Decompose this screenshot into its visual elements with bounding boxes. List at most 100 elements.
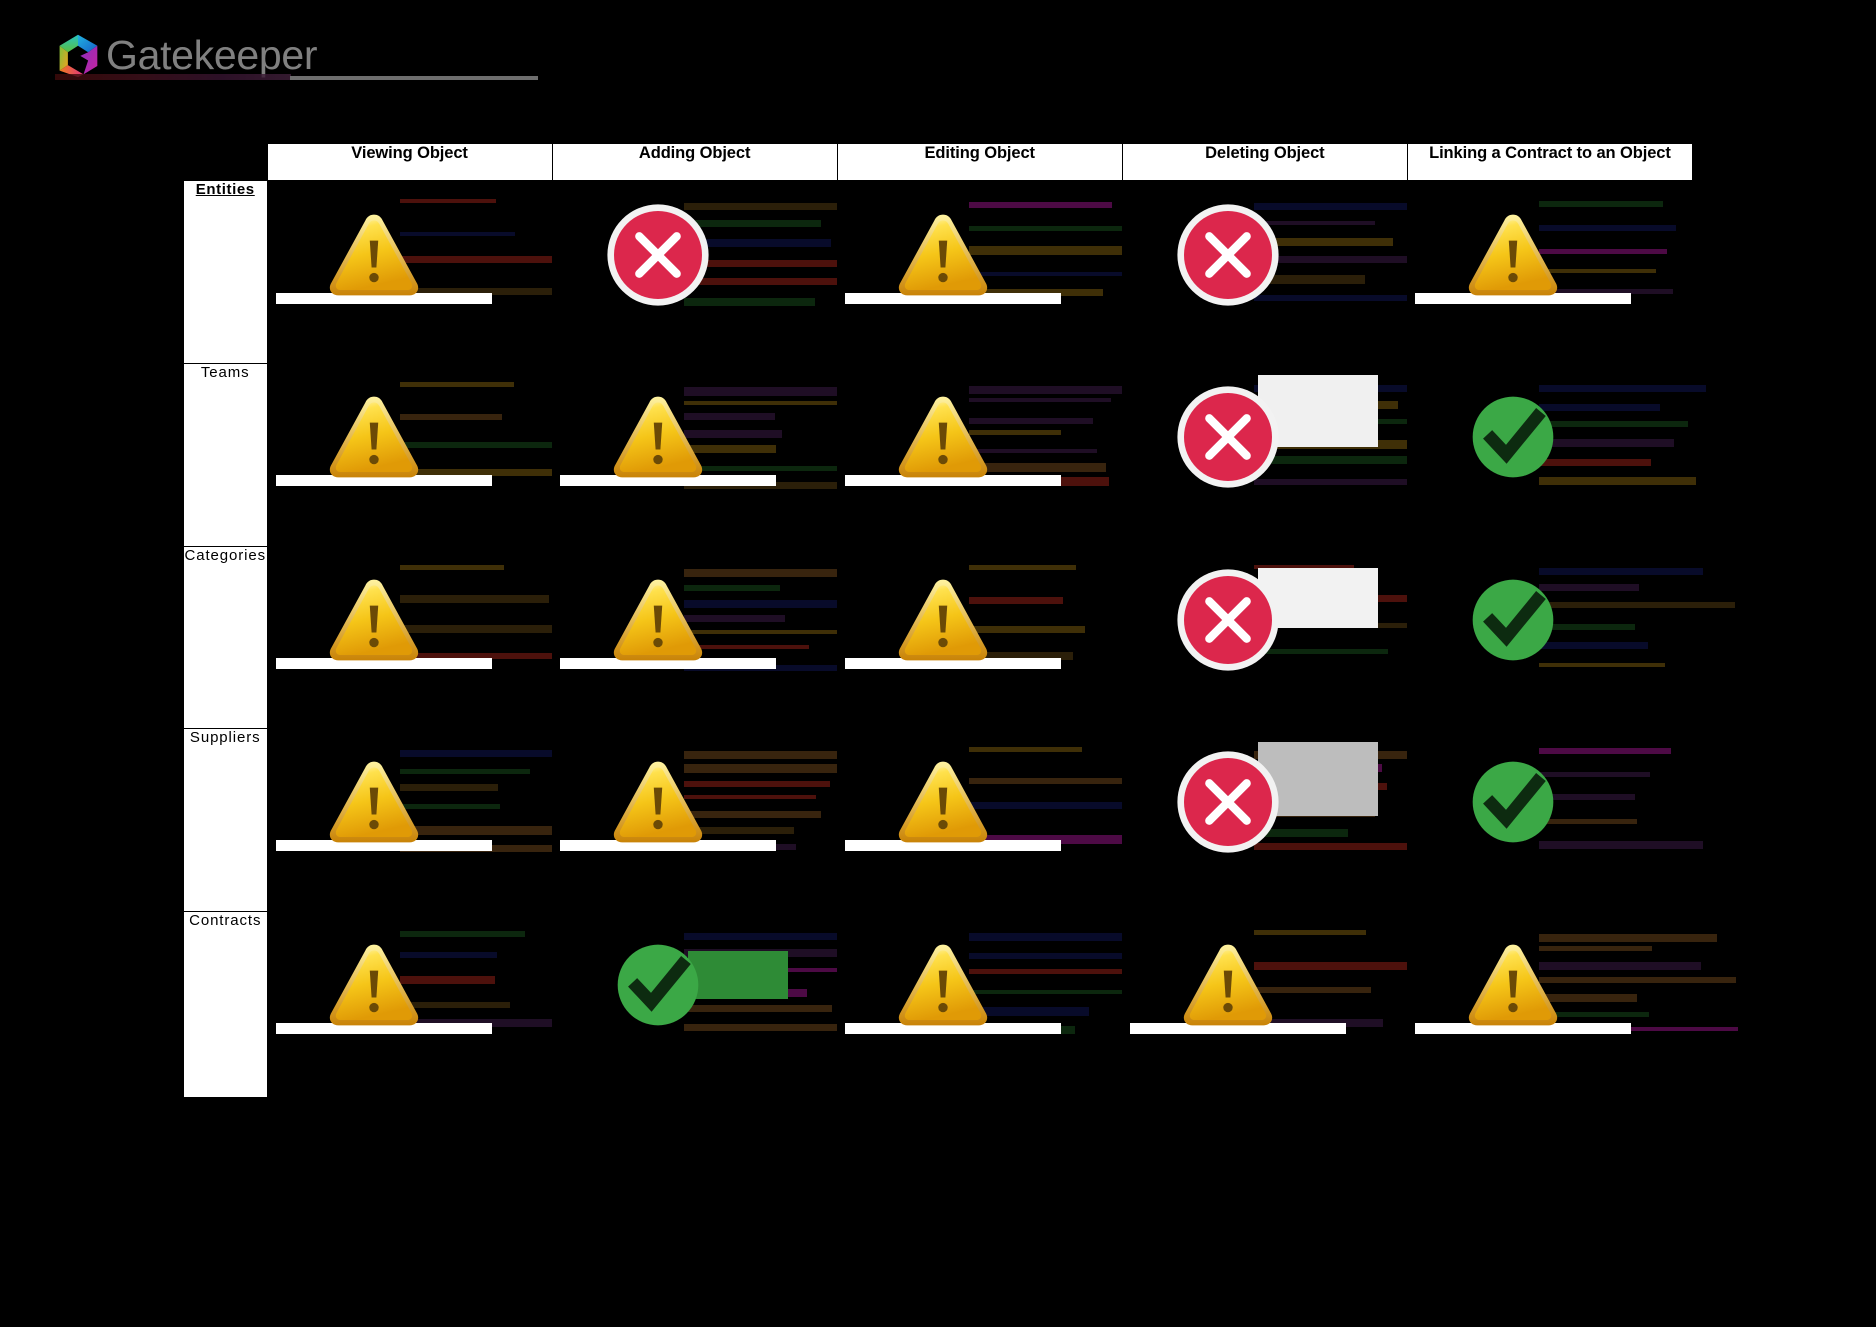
warning-triangle-icon (326, 207, 422, 303)
table-row: Contracts (183, 910, 1739, 1098)
matrix-cell-entities-linking[interactable] (1407, 180, 1693, 363)
column-header-viewing: Viewing Object (266, 143, 553, 181)
redacted-text-strip (969, 968, 1132, 974)
redacted-text-strip (969, 802, 1129, 810)
redacted-text-strip (684, 568, 858, 577)
cell-content (268, 546, 592, 728)
redacted-text-strip (1539, 568, 1703, 575)
column-header-label: Deleting Object (1205, 144, 1325, 162)
warning-triangle-icon (326, 754, 422, 850)
matrix-cell-categories-deleting[interactable] (1122, 546, 1440, 728)
matrix-cell-entities-deleting[interactable] (1122, 180, 1433, 363)
row-header-label: Contracts (189, 911, 262, 929)
warning-triangle-icon (610, 389, 706, 485)
obscured-content (1539, 742, 1739, 860)
permissions-table: Viewing Object Adding Object Editing Objec… (183, 143, 1739, 1098)
redacted-text-strip (969, 564, 1077, 570)
matrix-cell-teams-adding[interactable] (552, 363, 876, 546)
redacted-text-strip (969, 933, 1139, 942)
redacted-text-strip (399, 750, 566, 758)
cell-content (1122, 546, 1440, 728)
cell-content (1407, 728, 1703, 911)
column-header-adding: Adding Object (551, 143, 838, 181)
table-row: Teams (183, 362, 1706, 547)
matrix-cell-teams-viewing[interactable] (267, 363, 588, 546)
matrix-cell-suppliers-adding[interactable] (552, 728, 866, 911)
redacted-text-strip (1539, 601, 1736, 608)
cell-content (837, 546, 1122, 728)
red-x-circle-icon (1177, 386, 1279, 488)
warning-triangle-icon (895, 572, 991, 668)
green-check-circle-icon (1465, 389, 1561, 485)
cell-content (837, 181, 1168, 363)
column-header-label: Adding Object (638, 144, 751, 162)
matrix-corner-cell (183, 143, 267, 181)
redacted-text-strip (1539, 420, 1688, 427)
cell-content (552, 546, 883, 728)
green-check-circle-icon (1465, 572, 1561, 668)
redacted-text-strip (399, 595, 550, 604)
cell-content (1122, 181, 1433, 363)
redacted-text-strip (684, 933, 850, 941)
matrix-cell-entities-viewing[interactable] (267, 180, 594, 363)
redacted-text-strip (684, 465, 845, 471)
matrix-cell-contracts-deleting[interactable] (1122, 911, 1428, 1097)
redacted-text-strip (1539, 933, 1717, 942)
matrix-cell-suppliers-editing[interactable] (837, 728, 1154, 911)
brand-rule-artifact (55, 74, 291, 80)
matrix-cell-contracts-adding[interactable] (552, 911, 874, 1097)
cell-content (268, 363, 588, 546)
matrix-cell-categories-adding[interactable] (552, 546, 883, 728)
matrix-cell-contracts-linking[interactable] (1407, 911, 1739, 1097)
matrix-cell-suppliers-deleting[interactable] (1122, 728, 1440, 911)
warning-triangle-icon (1465, 937, 1561, 1033)
column-header-label: Editing Object (924, 144, 1036, 162)
matrix-cell-teams-linking[interactable] (1407, 363, 1706, 546)
matrix-cell-categories-editing[interactable] (837, 546, 1123, 728)
row-header-label: Categories (184, 546, 267, 564)
warning-triangle-icon (326, 572, 422, 668)
redacted-text-strip (1539, 477, 1697, 486)
redacted-text-strip (1539, 841, 1703, 850)
row-header-label: Suppliers (189, 728, 261, 746)
redacted-text-strip (684, 401, 850, 406)
column-header-label: Viewing Object (351, 144, 468, 162)
warning-triangle-icon (326, 389, 422, 485)
redacted-text-strip (399, 930, 526, 937)
cell-content (268, 728, 589, 911)
column-header-deleting: Deleting Object (1121, 143, 1408, 181)
cell-content (837, 911, 1154, 1097)
permissions-matrix: Viewing Object Adding Object Editing Objec… (183, 143, 1739, 1098)
column-header-editing: Editing Object (836, 143, 1123, 181)
brand-wordmark: Gatekeeper (106, 32, 318, 78)
warning-triangle-icon (326, 937, 422, 1033)
redacted-text-strip (399, 199, 496, 204)
redacted-text-strip (399, 382, 514, 388)
matrix-cell-contracts-editing[interactable] (837, 911, 1154, 1097)
red-x-circle-icon (1177, 569, 1279, 671)
warning-triangle-icon (1180, 937, 1276, 1033)
matrix-cell-entities-editing[interactable] (837, 180, 1168, 363)
red-x-circle-icon (1177, 751, 1279, 853)
brand-header: Gatekeeper (0, 0, 1876, 92)
matrix-cell-contracts-viewing[interactable] (267, 911, 593, 1097)
matrix-cell-teams-deleting[interactable] (1122, 363, 1433, 546)
cell-content (837, 728, 1154, 911)
cell-content (1122, 911, 1428, 1097)
warning-triangle-icon (895, 207, 991, 303)
matrix-cell-categories-linking[interactable] (1407, 546, 1736, 728)
cell-content (1122, 363, 1433, 546)
cell-content (837, 363, 1157, 546)
cell-content (552, 181, 876, 363)
row-header-entities: Entities (183, 180, 268, 364)
gatekeeper-hexagon-g-logo-icon (55, 32, 101, 78)
matrix-cell-suppliers-viewing[interactable] (267, 728, 589, 911)
row-header-teams: Teams (183, 362, 268, 547)
matrix-cell-teams-editing[interactable] (837, 363, 1157, 546)
matrix-cell-suppliers-linking[interactable] (1407, 728, 1703, 911)
matrix-cell-entities-adding[interactable] (552, 180, 876, 363)
redacted-text-strip (1539, 385, 1706, 393)
cell-content (1407, 363, 1706, 546)
matrix-cell-categories-viewing[interactable] (267, 546, 592, 728)
table-header-row: Viewing Object Adding Object Editing Objec… (183, 143, 1694, 181)
